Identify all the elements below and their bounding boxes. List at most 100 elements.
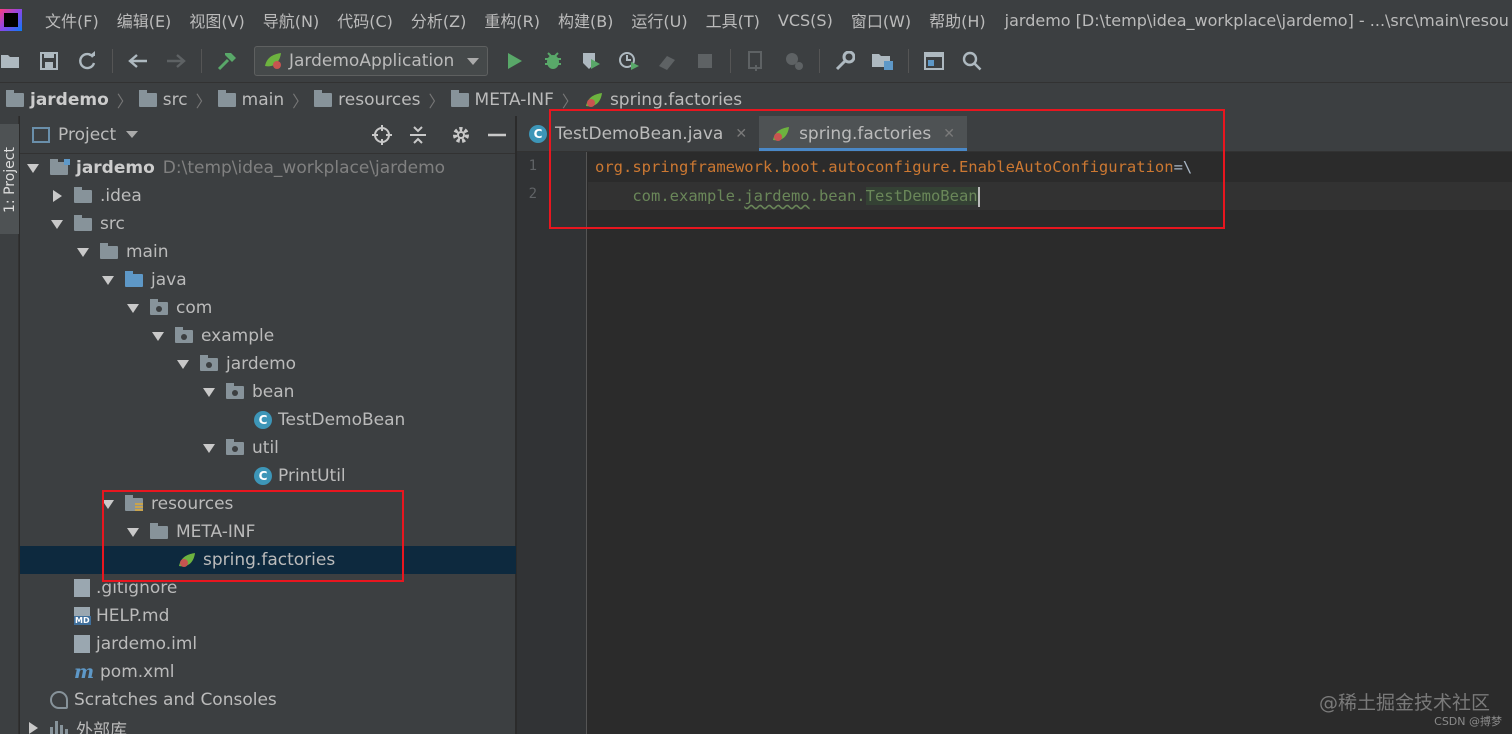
menu-analyze[interactable]: 分析(Z) bbox=[402, 8, 475, 32]
expand-arrow-icon[interactable] bbox=[50, 217, 64, 231]
project-view-selector[interactable]: Project bbox=[58, 125, 116, 145]
locate-target-icon[interactable] bbox=[371, 124, 393, 146]
run-configuration-dropdown[interactable]: JardemoApplication bbox=[254, 46, 488, 76]
menu-vcs[interactable]: VCS(S) bbox=[769, 11, 842, 30]
breadcrumb-separator: 〉 bbox=[292, 91, 309, 111]
tab-spring-factories[interactable]: spring.factories ✕ bbox=[759, 116, 967, 151]
code-line-1[interactable]: org.springframework.boot.autoconfigure.E… bbox=[595, 153, 1192, 181]
menu-file[interactable]: 文件(F) bbox=[36, 8, 108, 32]
save-icon[interactable] bbox=[38, 50, 60, 72]
tab-testdemobean-java[interactable]: C TestDemoBean.java ✕ bbox=[517, 116, 759, 151]
collapsed-arrow-icon[interactable] bbox=[50, 189, 64, 203]
breadcrumb-item-main[interactable]: main bbox=[217, 89, 284, 110]
tree-item-label: java bbox=[151, 270, 187, 290]
menu-build[interactable]: 构建(B) bbox=[549, 8, 622, 32]
chevron-down-icon[interactable] bbox=[126, 131, 139, 138]
tree-item-scratches[interactable]: Scratches and Consoles bbox=[20, 686, 516, 714]
open-folder-icon[interactable] bbox=[0, 50, 22, 72]
expand-arrow-icon[interactable] bbox=[151, 329, 165, 343]
tree-item-external-libraries[interactable]: 外部库 bbox=[20, 714, 516, 734]
tree-item-jardemo-package[interactable]: jardemo bbox=[20, 350, 516, 378]
menu-code[interactable]: 代码(C) bbox=[328, 8, 402, 32]
toolbar-separator bbox=[730, 49, 731, 73]
breadcrumb-item-src[interactable]: src bbox=[138, 89, 188, 110]
profile-icon[interactable] bbox=[618, 50, 640, 72]
tree-item-pom-xml[interactable]: m pom.xml bbox=[20, 658, 516, 686]
tree-item-help-md[interactable]: HELP.md bbox=[20, 602, 516, 630]
expand-arrow-icon[interactable] bbox=[26, 161, 40, 175]
back-arrow-icon[interactable] bbox=[127, 50, 149, 72]
run-play-icon[interactable] bbox=[504, 50, 526, 72]
project-structure-icon[interactable] bbox=[872, 50, 894, 72]
sync-icon[interactable] bbox=[76, 50, 98, 72]
forward-arrow-icon[interactable] bbox=[165, 50, 187, 72]
scratches-icon bbox=[50, 691, 68, 709]
terminal-window-icon[interactable] bbox=[923, 50, 945, 72]
tree-item-idea[interactable]: .idea bbox=[20, 182, 516, 210]
vcs-update-icon[interactable] bbox=[745, 50, 767, 72]
tree-item-resources[interactable]: resources bbox=[20, 490, 516, 518]
breadcrumb-item-resources[interactable]: resources bbox=[314, 89, 421, 110]
expand-arrow-icon[interactable] bbox=[202, 441, 216, 455]
collapsed-arrow-icon[interactable] bbox=[26, 721, 40, 734]
project-view-icon bbox=[32, 126, 50, 143]
spring-file-icon bbox=[585, 92, 602, 107]
close-icon[interactable]: ✕ bbox=[943, 126, 955, 142]
line-number: 2 bbox=[528, 186, 537, 202]
search-icon[interactable] bbox=[961, 50, 983, 72]
tree-item-com[interactable]: com bbox=[20, 294, 516, 322]
expand-arrow-icon[interactable] bbox=[176, 357, 190, 371]
run-with-coverage-icon[interactable] bbox=[580, 50, 602, 72]
tree-item-meta-inf[interactable]: META-INF bbox=[20, 518, 516, 546]
expand-arrow-icon[interactable] bbox=[126, 525, 140, 539]
menu-navigate[interactable]: 导航(N) bbox=[254, 8, 328, 32]
navigation-breadcrumb: jardemo 〉 src 〉 main 〉 resources 〉 META-… bbox=[0, 82, 1512, 116]
project-tool-window-tab[interactable]: 1: Project bbox=[0, 124, 19, 234]
stop-icon[interactable] bbox=[694, 50, 716, 72]
tree-item-bean[interactable]: bean bbox=[20, 378, 516, 406]
tree-item-gitignore[interactable]: .gitignore bbox=[20, 574, 516, 602]
build-hammer-icon[interactable] bbox=[216, 50, 238, 72]
line-continuation: \ bbox=[1182, 158, 1193, 176]
folder-icon bbox=[74, 215, 94, 233]
debug-bug-icon[interactable] bbox=[542, 50, 564, 72]
settings-wrench-icon[interactable] bbox=[834, 50, 856, 72]
tree-item-jardemo-iml[interactable]: jardemo.iml bbox=[20, 630, 516, 658]
collapse-all-icon[interactable] bbox=[407, 124, 429, 146]
breadcrumb-item-meta-inf[interactable]: META-INF bbox=[450, 89, 554, 110]
attach-debugger-icon[interactable] bbox=[656, 50, 678, 72]
vcs-commit-icon[interactable] bbox=[783, 50, 805, 72]
menu-help[interactable]: 帮助(H) bbox=[920, 8, 995, 32]
menu-refactor[interactable]: 重构(R) bbox=[475, 8, 549, 32]
tree-item-testdemobean[interactable]: C TestDemoBean bbox=[20, 406, 516, 434]
tree-item-label: spring.factories bbox=[203, 550, 336, 570]
menu-tools[interactable]: 工具(T) bbox=[697, 8, 769, 32]
hide-panel-icon[interactable] bbox=[486, 124, 508, 146]
left-tool-stripe: 1: Project bbox=[0, 116, 19, 734]
tree-item-util[interactable]: util bbox=[20, 434, 516, 462]
tree-item-spring-factories[interactable]: spring.factories bbox=[20, 546, 516, 574]
menu-view[interactable]: 视图(V) bbox=[180, 8, 253, 32]
expand-arrow-icon[interactable] bbox=[76, 245, 90, 259]
breadcrumb-item-spring-factories[interactable]: spring.factories bbox=[584, 90, 742, 110]
menu-run[interactable]: 运行(U) bbox=[622, 8, 696, 32]
close-icon[interactable]: ✕ bbox=[735, 126, 747, 142]
tree-item-java[interactable]: java bbox=[20, 266, 516, 294]
tree-item-main[interactable]: main bbox=[20, 238, 516, 266]
spring-boot-app-icon bbox=[265, 53, 281, 69]
module-folder-icon bbox=[6, 89, 24, 107]
breadcrumb-item-jardemo[interactable]: jardemo bbox=[6, 89, 109, 110]
gear-icon[interactable] bbox=[450, 124, 472, 146]
expand-arrow-icon[interactable] bbox=[101, 273, 115, 287]
tree-item-src[interactable]: src bbox=[20, 210, 516, 238]
tree-item-example[interactable]: example bbox=[20, 322, 516, 350]
expand-arrow-icon[interactable] bbox=[202, 385, 216, 399]
spring-file-icon bbox=[179, 553, 195, 567]
menu-window[interactable]: 窗口(W) bbox=[842, 8, 920, 32]
expand-arrow-icon[interactable] bbox=[126, 301, 140, 315]
code-line-2[interactable]: com.example.jardemo.bean.TestDemoBean bbox=[595, 182, 980, 210]
menu-edit[interactable]: 编辑(E) bbox=[108, 8, 181, 32]
tree-item-jardemo[interactable]: jardemo D:\temp\idea_workplace\jardemo bbox=[20, 154, 516, 182]
tree-item-printutil[interactable]: C PrintUtil bbox=[20, 462, 516, 490]
expand-arrow-icon[interactable] bbox=[101, 497, 115, 511]
